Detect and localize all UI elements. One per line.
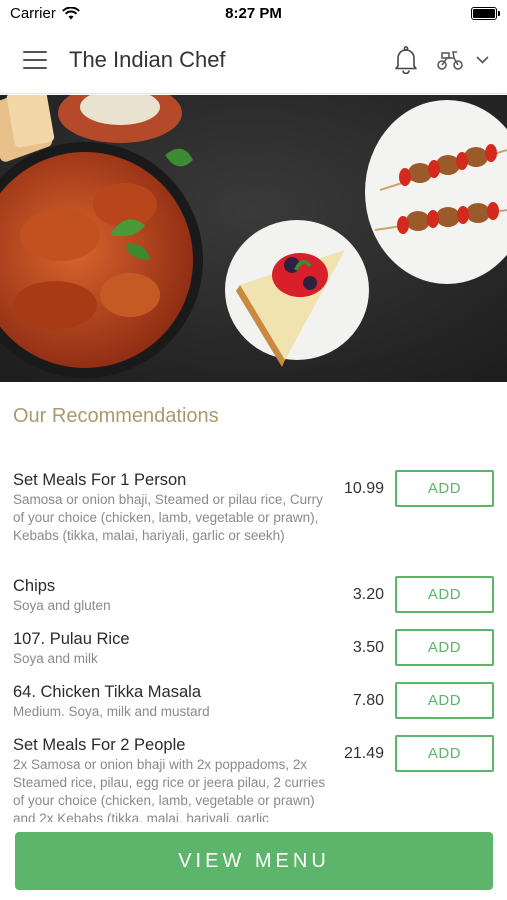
header-actions xyxy=(394,45,489,74)
list-item: Set Meals For 2 People 2x Samosa or onio… xyxy=(0,735,507,822)
list-item: 64. Chicken Tikka Masala Medium. Soya, m… xyxy=(0,682,507,735)
menu-icon[interactable] xyxy=(23,50,47,69)
add-button[interactable]: ADD xyxy=(395,682,494,719)
wifi-icon xyxy=(61,6,80,19)
list-item: Set Meals For 1 Person Samosa or onion b… xyxy=(0,470,507,576)
item-description: 2x Samosa or onion bhaji with 2x poppado… xyxy=(13,757,326,822)
list-item: 107. Pulau Rice Soya and milk 3.50 ADD xyxy=(0,629,507,682)
hero-food-image xyxy=(0,95,507,382)
page-title: The Indian Chef xyxy=(69,46,226,72)
item-price: 3.20 xyxy=(352,586,384,603)
item-description: Medium. Soya, milk and mustard xyxy=(13,704,210,719)
view-menu-button[interactable]: VIEW MENU xyxy=(15,832,493,890)
recommendations-title: Our Recommendations xyxy=(13,405,219,427)
add-button[interactable]: ADD xyxy=(395,629,494,666)
item-description: Soya and gluten xyxy=(13,598,111,613)
recommendations-list: Set Meals For 1 Person Samosa or onion b… xyxy=(0,470,507,822)
item-description: Soya and milk xyxy=(13,651,98,666)
add-button[interactable]: ADD xyxy=(395,470,494,507)
item-price: 7.80 xyxy=(352,692,384,709)
battery-fill xyxy=(473,8,495,18)
chevron-down-icon xyxy=(476,55,489,64)
item-description: Samosa or onion bhaji, Steamed or pilau … xyxy=(13,492,323,543)
add-button[interactable]: ADD xyxy=(395,576,494,613)
list-item: Chips Soya and gluten 3.20 ADD xyxy=(0,576,507,629)
delivery-mode-selector[interactable] xyxy=(436,49,489,71)
delivery-scooter-icon xyxy=(437,50,463,70)
battery-icon xyxy=(471,6,500,20)
bell-icon[interactable] xyxy=(394,45,418,74)
item-price: 3.50 xyxy=(352,639,384,656)
item-price: 10.99 xyxy=(343,480,384,497)
carrier-label: Carrier xyxy=(10,4,56,22)
item-price: 21.49 xyxy=(343,745,384,762)
add-button[interactable]: ADD xyxy=(395,735,494,772)
status-left: Carrier xyxy=(10,5,80,22)
app-header: The Indian Chef xyxy=(0,26,507,94)
status-bar: Carrier 8:27 PM xyxy=(0,0,507,26)
